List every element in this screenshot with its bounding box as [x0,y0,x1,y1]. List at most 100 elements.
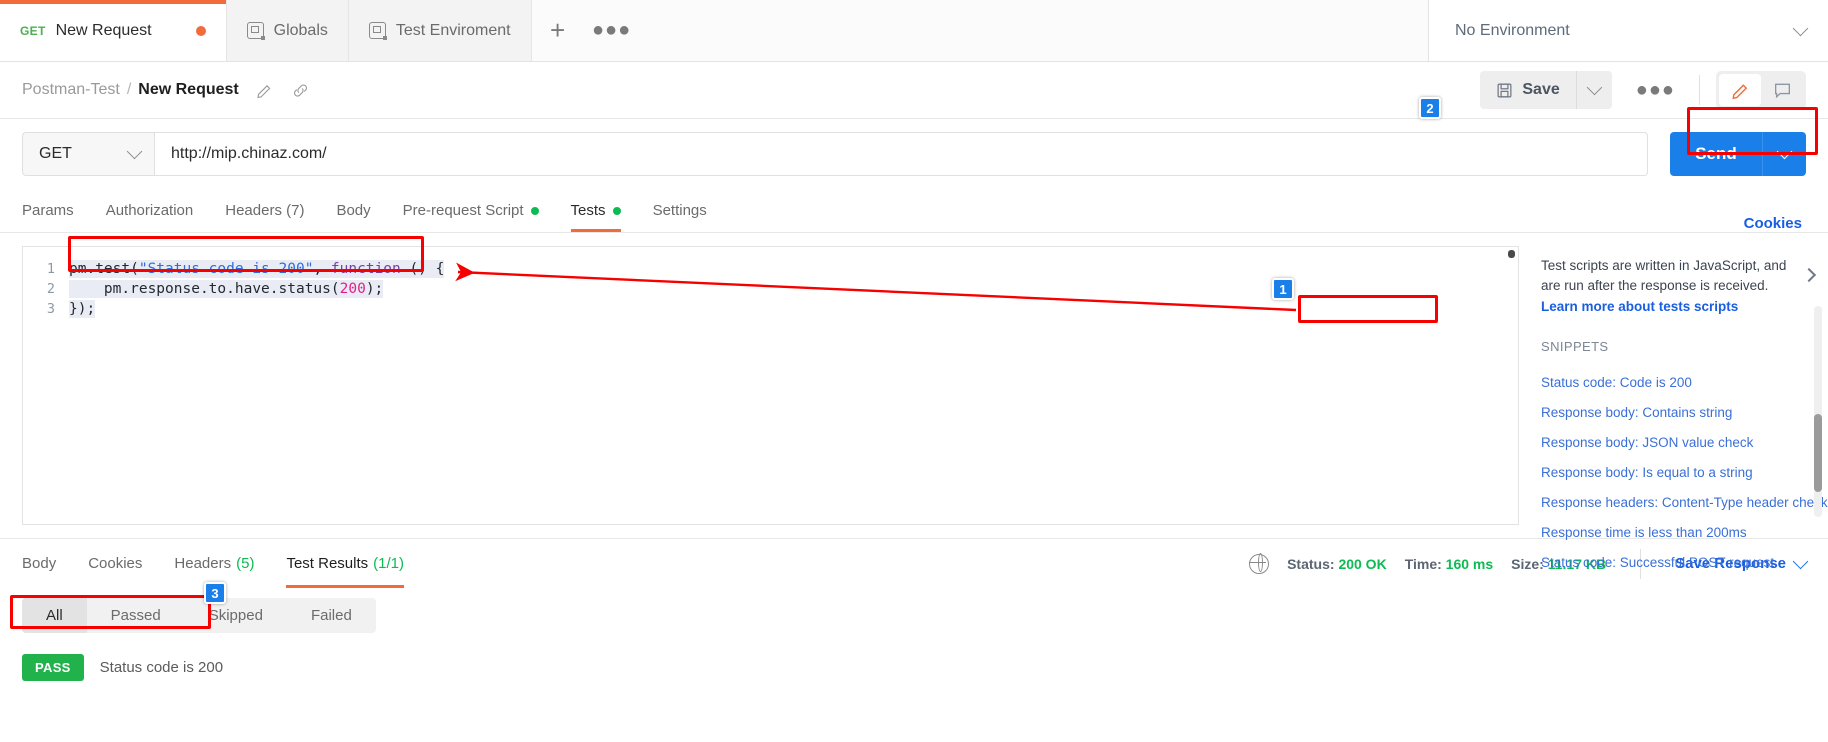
code-token-string: "Status code is 200" [138,261,314,277]
cookies-link[interactable]: Cookies [1744,215,1806,232]
http-method-select[interactable]: GET [22,132,154,176]
snippet-item-status-code-200[interactable]: Status code: Code is 200 [1541,368,1806,398]
time-metric: Time: 160 ms [1405,556,1493,572]
save-button[interactable]: Save [1480,71,1576,109]
request-tab-params[interactable]: Params [22,189,90,232]
snippet-item-contains-string[interactable]: Response body: Contains string [1541,398,1806,428]
request-tab-authorization[interactable]: Authorization [90,189,210,232]
response-tab-body[interactable]: Body [22,539,72,588]
snippets-panel: Test scripts are written in JavaScript, … [1518,246,1828,570]
response-tab-count: (1/1) [373,555,404,572]
tab-globals[interactable]: Globals [226,0,349,61]
response-tab-test-results[interactable]: Test Results (1/1) [270,539,420,588]
editor-scrollbar-thumb[interactable] [1508,250,1515,258]
test-status-badge: PASS [22,654,84,681]
save-options-button[interactable] [1575,71,1612,109]
code-line: 1 pm.test("Status code is 200", function… [23,259,1518,279]
snippets-list: Status code: Code is 200 Response body: … [1519,354,1828,578]
test-result-name: Status code is 200 [99,659,224,676]
snippet-item-content-type-header[interactable]: Response headers: Content-Type header ch… [1541,488,1828,518]
send-button[interactable]: Send [1670,132,1762,176]
filter-passed[interactable]: Passed [87,598,185,633]
collapse-panel-chevron-icon[interactable] [1801,267,1817,283]
test-result-filters: All Passed Skipped Failed [0,588,1828,633]
response-tab-label: Body [22,555,57,572]
request-tab-label: Tests [570,202,606,219]
request-tab-label: Settings [652,202,707,219]
send-options-button[interactable] [1762,132,1806,176]
request-tab-tests[interactable]: Tests [555,189,637,232]
response-tab-headers[interactable]: Headers (5) [158,539,270,588]
breadcrumb-collection[interactable]: Postman-Test [22,81,120,99]
line-number: 2 [46,281,55,297]
filter-skipped[interactable]: Skipped [185,598,287,633]
chevron-down-icon [126,143,143,160]
tab-bar: GET New Request Globals Test Enviroment … [0,0,1828,62]
request-tab-headers[interactable]: Headers (7) [209,189,320,232]
view-toggle-group [1716,71,1806,109]
snippets-scrollbar-track[interactable] [1814,306,1822,517]
response-tab-label: Test Results [286,555,369,572]
snippets-description: Test scripts are written in JavaScript, … [1541,258,1787,293]
code-token: pm.response.to.have.status( [69,281,340,297]
status-label: Status: [1287,555,1335,572]
learn-more-link[interactable]: Learn more about tests scripts [1541,297,1794,317]
code-token: () { [400,261,445,277]
request-tab-pre-request-script[interactable]: Pre-request Script [387,189,555,232]
time-label: Time: [1404,555,1442,572]
code-token: ); [365,281,384,297]
code-token-keyword: function [330,261,401,277]
request-tab-label: Body [336,202,371,219]
code-token: , [313,261,331,277]
request-more-options-button[interactable]: ●●● [1628,79,1683,102]
snippet-item-equal-to-string[interactable]: Response body: Is equal to a string [1541,458,1806,488]
add-tab-button[interactable]: + [531,0,584,61]
globe-icon [1248,552,1270,574]
tab-test-enviroment[interactable]: Test Enviroment [348,0,532,61]
tab-more-options-button[interactable]: ●●● [583,0,640,61]
filter-failed[interactable]: Failed [287,598,376,633]
line-number: 3 [46,301,55,317]
response-tab-cookies[interactable]: Cookies [72,539,158,588]
save-button-label: Save [1522,81,1560,98]
snippets-scrollbar-thumb[interactable] [1814,414,1822,492]
filter-all[interactable]: All [22,598,87,633]
pencil-icon [1731,83,1747,99]
tab-bar-filler [639,0,1428,61]
environment-icon [246,22,265,40]
code-line-text[interactable]: pm.test("Status code is 200", function (… [69,260,445,278]
link-icon[interactable] [291,80,311,100]
edit-pencil-icon[interactable] [255,80,275,100]
snippets-header: Test scripts are written in JavaScript, … [1519,256,1828,317]
response-tab-count: (5) [236,555,255,572]
request-tab-settings[interactable]: Settings [637,189,723,232]
tab-globals-label: Globals [273,21,328,39]
request-tabs: Params Authorization Headers (7) Body Pr… [0,189,1828,233]
environment-selector[interactable]: No Environment [1428,0,1828,61]
url-input[interactable]: http://mip.chinaz.com/ [154,132,1648,176]
code-line-text[interactable]: pm.response.to.have.status(200); [69,280,384,298]
send-button-group: Send [1670,132,1806,176]
tab-new-request[interactable]: GET New Request [0,0,227,61]
tests-editor-area: 1 pm.test("Status code is 200", function… [0,233,1828,570]
code-token: pm.test( [69,261,139,277]
response-tab-label: Cookies [88,555,143,572]
url-row: GET http://mip.chinaz.com/ Send [0,119,1828,189]
test-results-list: PASS Status code is 200 [22,647,1806,688]
test-result-row: PASS Status code is 200 [22,647,1806,688]
request-tab-body[interactable]: Body [320,189,386,232]
snippet-item-json-value-check[interactable]: Response body: JSON value check [1541,428,1806,458]
code-line: 3 }); [23,299,1518,319]
snippet-item-response-time[interactable]: Response time is less than 200ms [1541,518,1806,548]
request-tab-label: Params [22,202,74,219]
status-metric: Status: 200 OK [1287,556,1387,572]
chevron-down-icon [1586,79,1603,96]
request-tab-label: Pre-request Script [402,202,524,219]
code-line-text[interactable]: }); [69,300,96,318]
breadcrumb-separator: / [126,81,132,98]
comment-mode-button[interactable] [1761,74,1803,106]
edit-mode-button[interactable] [1719,74,1761,106]
request-tab-label: Headers (7) [225,202,305,219]
filter-pill-group: All Passed Skipped Failed [22,598,376,633]
snippet-item-successful-post[interactable]: Status code: Successful POST request [1541,548,1806,578]
